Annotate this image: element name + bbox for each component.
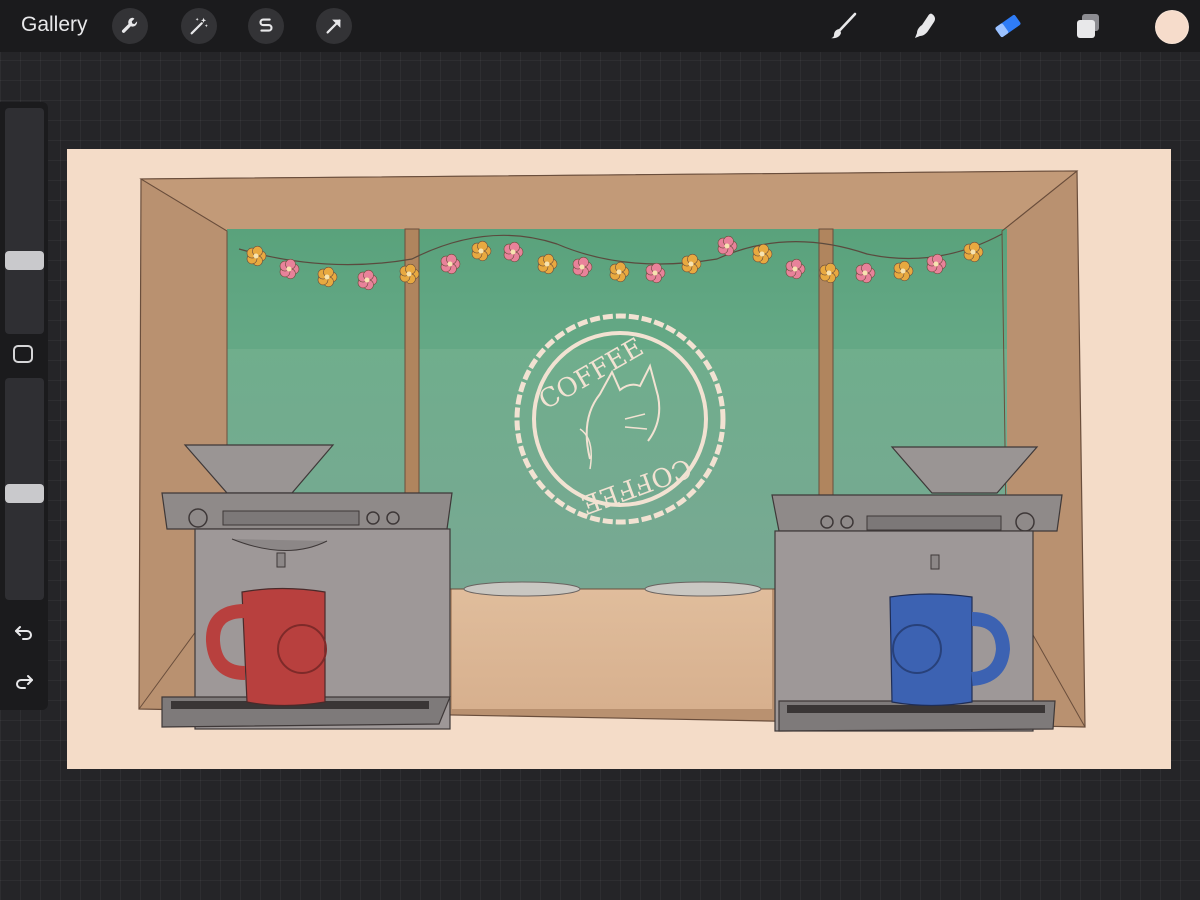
brush-size-thumb[interactable] — [5, 250, 44, 270]
eraser-icon[interactable] — [992, 10, 1024, 42]
left-sidebar — [0, 102, 48, 710]
drawing-canvas[interactable]: COFFEE COFFEE — [67, 149, 1171, 769]
undo-icon[interactable] — [12, 620, 36, 644]
arrow-cursor-icon[interactable] — [316, 8, 352, 44]
top-toolbar: Gallery — [0, 0, 1200, 52]
brush-size-slider[interactable] — [5, 108, 44, 334]
selection-s-icon[interactable] — [248, 8, 284, 44]
layers-icon[interactable] — [1072, 10, 1104, 42]
gallery-button[interactable]: Gallery — [21, 13, 88, 37]
smudge-finger-icon[interactable] — [909, 10, 941, 42]
color-picker-swatch[interactable] — [1155, 10, 1189, 44]
brush-icon[interactable] — [827, 10, 859, 42]
artwork: COFFEE COFFEE — [138, 170, 1086, 732]
opacity-thumb[interactable] — [5, 483, 44, 503]
wrench-icon[interactable] — [112, 8, 148, 44]
square-modify-icon[interactable] — [13, 345, 33, 363]
magic-wand-icon[interactable] — [181, 8, 217, 44]
redo-icon[interactable] — [12, 669, 36, 693]
